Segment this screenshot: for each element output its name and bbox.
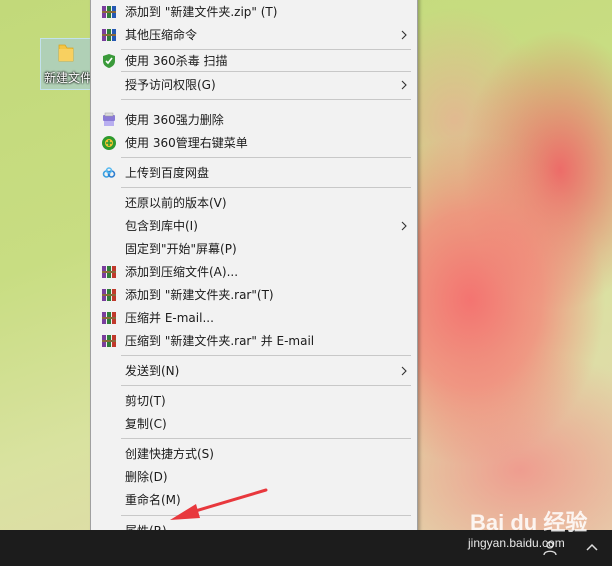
menu-item-grant-access[interactable]: 授予访问权限(G) bbox=[91, 74, 417, 96]
menu-item-include-in-library[interactable]: 包含到库中(I) bbox=[91, 215, 417, 237]
menu-item-compress-and-email[interactable]: 压缩并 E-mail... bbox=[91, 307, 417, 329]
menu-item-upload-baidu-netdisk[interactable]: 上传到百度网盘 bbox=[91, 162, 417, 184]
winrar-icon bbox=[102, 312, 116, 324]
menu-separator bbox=[121, 99, 411, 100]
menu-item-label: 删除(D) bbox=[125, 470, 168, 484]
folder-icon bbox=[58, 44, 74, 62]
menu-separator bbox=[121, 157, 411, 158]
context-menu: 添加到 "新建文件夹.zip" (T) 其他压缩命令 使用 360杀毒 扫描 授… bbox=[90, 0, 418, 546]
menu-item-send-to[interactable]: 发送到(N) bbox=[91, 360, 417, 382]
menu-item-compress-to-rar-and-email[interactable]: 压缩到 "新建文件夹.rar" 并 E-mail bbox=[91, 330, 417, 352]
submenu-chevron-icon bbox=[401, 30, 407, 40]
menu-item-delete[interactable]: 删除(D) bbox=[91, 466, 417, 488]
menu-item-other-compress-commands[interactable]: 其他压缩命令 bbox=[91, 24, 417, 46]
menu-item-label: 使用 360杀毒 扫描 bbox=[125, 54, 228, 68]
winrar-icon bbox=[102, 29, 116, 41]
desktop-folder-new-folder[interactable]: 新建文件 bbox=[40, 38, 94, 90]
winrar-icon bbox=[102, 335, 116, 347]
baidu-jingyan-watermark: Bai du 经验 bbox=[470, 510, 588, 535]
menu-item-label: 其他压缩命令 bbox=[125, 28, 198, 42]
menu-item-label: 重命名(M) bbox=[125, 493, 181, 507]
menu-separator bbox=[121, 385, 411, 386]
menu-item-label: 使用 360管理右键菜单 bbox=[125, 136, 248, 150]
menu-item-add-to-zip[interactable]: 添加到 "新建文件夹.zip" (T) bbox=[91, 1, 417, 23]
menu-item-add-to-rar[interactable]: 添加到 "新建文件夹.rar"(T) bbox=[91, 284, 417, 306]
menu-item-cut[interactable]: 剪切(T) bbox=[91, 390, 417, 412]
watermark-url: jingyan.baidu.com bbox=[468, 536, 565, 550]
menu-item-360-antivirus-scan[interactable]: 使用 360杀毒 扫描 bbox=[91, 50, 417, 72]
menu-item-label: 压缩到 "新建文件夹.rar" 并 E-mail bbox=[125, 334, 315, 348]
menu-item-label: 使用 360强力删除 bbox=[125, 113, 224, 127]
menu-separator bbox=[121, 71, 411, 72]
menu-item-label: 压缩并 E-mail... bbox=[125, 311, 214, 325]
360-antivirus-shield-icon bbox=[103, 54, 115, 68]
menu-separator bbox=[121, 355, 411, 356]
menu-separator bbox=[121, 438, 411, 439]
submenu-chevron-icon bbox=[401, 80, 407, 90]
menu-item-360-manage-context-menu[interactable]: 使用 360管理右键菜单 bbox=[91, 132, 417, 154]
menu-item-label: 添加到压缩文件(A)... bbox=[125, 265, 239, 279]
menu-item-rename[interactable]: 重命名(M) bbox=[91, 489, 417, 511]
menu-item-label: 复制(C) bbox=[125, 417, 167, 431]
menu-item-label: 授予访问权限(G) bbox=[125, 78, 216, 92]
menu-item-label: 创建快捷方式(S) bbox=[125, 447, 214, 461]
menu-separator bbox=[121, 515, 411, 516]
submenu-chevron-icon bbox=[401, 221, 407, 231]
360-menu-manager-icon bbox=[102, 136, 116, 150]
chevron-up-icon[interactable] bbox=[584, 540, 600, 556]
menu-item-add-to-archive[interactable]: 添加到压缩文件(A)... bbox=[91, 261, 417, 283]
menu-item-label: 包含到库中(I) bbox=[125, 219, 198, 233]
menu-item-label: 固定到"开始"屏幕(P) bbox=[125, 242, 237, 256]
winrar-icon bbox=[102, 289, 116, 301]
winrar-icon bbox=[102, 266, 116, 278]
menu-item-restore-previous-versions[interactable]: 还原以前的版本(V) bbox=[91, 192, 417, 214]
menu-item-copy[interactable]: 复制(C) bbox=[91, 413, 417, 435]
menu-separator bbox=[121, 187, 411, 188]
folder-label: 新建文件 bbox=[44, 71, 93, 85]
menu-item-label: 添加到 "新建文件夹.zip" (T) bbox=[125, 5, 278, 19]
menu-item-pin-to-start[interactable]: 固定到"开始"屏幕(P) bbox=[91, 238, 417, 260]
menu-item-360-force-delete[interactable]: 使用 360强力删除 bbox=[91, 109, 417, 131]
menu-item-label: 发送到(N) bbox=[125, 364, 180, 378]
baidu-cloud-icon bbox=[102, 167, 116, 178]
menu-item-label: 剪切(T) bbox=[125, 394, 166, 408]
360-shredder-icon bbox=[103, 112, 115, 126]
menu-item-label: 还原以前的版本(V) bbox=[125, 196, 227, 210]
submenu-chevron-icon bbox=[401, 366, 407, 376]
winrar-icon bbox=[102, 6, 116, 18]
menu-item-label: 添加到 "新建文件夹.rar"(T) bbox=[125, 288, 274, 302]
menu-item-label: 上传到百度网盘 bbox=[125, 166, 210, 180]
menu-item-create-shortcut[interactable]: 创建快捷方式(S) bbox=[91, 443, 417, 465]
